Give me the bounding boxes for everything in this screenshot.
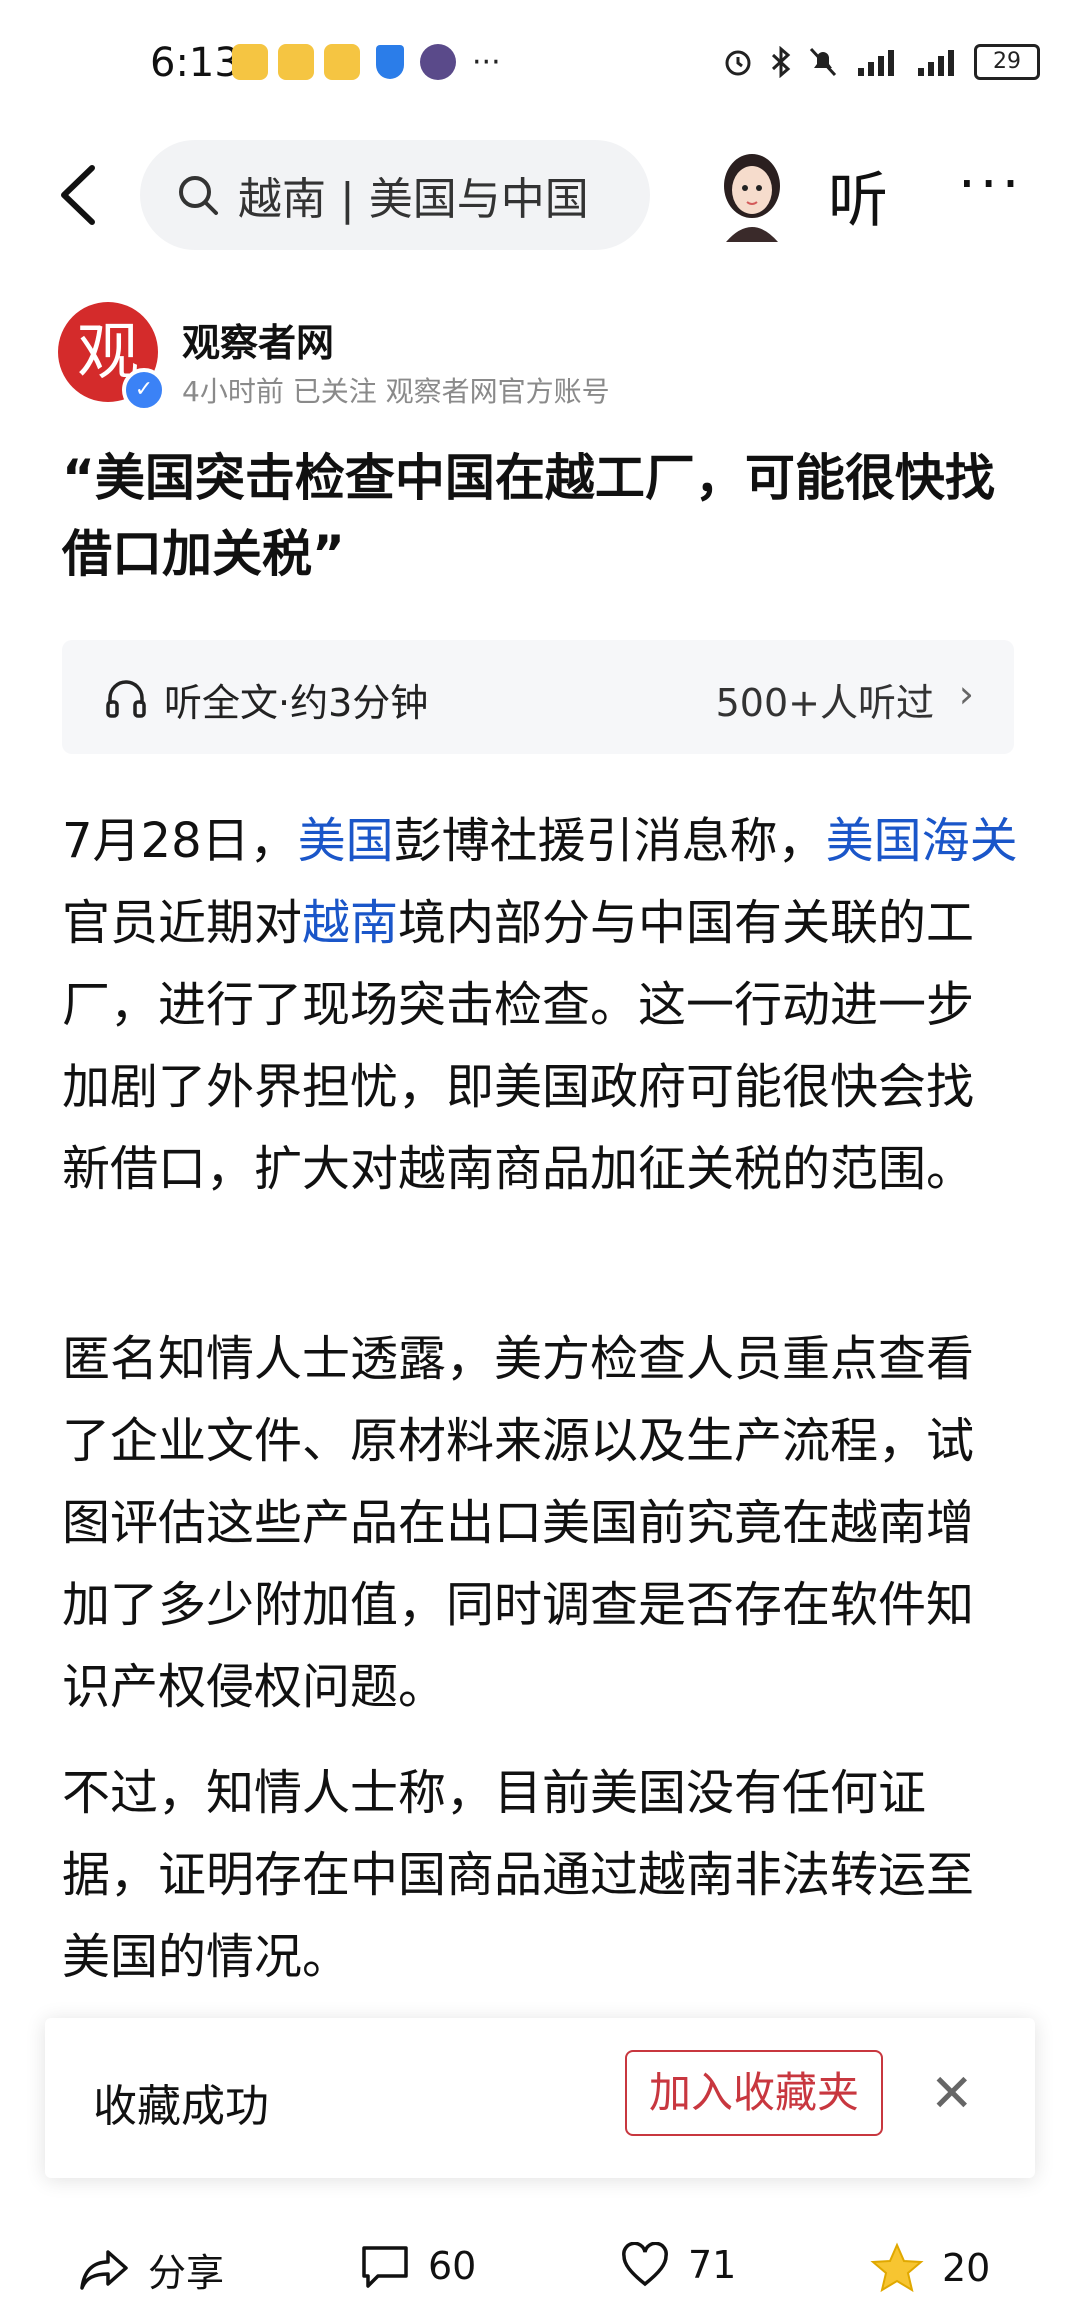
shield-icon (376, 45, 404, 79)
keyword-link[interactable]: 美国海关 (826, 813, 1018, 869)
app-avatar-icon (420, 44, 456, 80)
author-meta: 4小时前 已关注 观察者网官方账号 (182, 375, 610, 408)
headphone-icon (106, 680, 146, 718)
add-to-folder-button[interactable]: 加入收藏夹 (625, 2050, 883, 2136)
app-notification-icon (278, 44, 314, 80)
comment-count: 60 (428, 2244, 477, 2288)
paragraph-text: 彭博社援引消息称， (393, 813, 826, 869)
article-paragraph: 7月28日，美国彭博社援引消息称，美国海关官员近期对越南境内部分与中国有关联的工… (62, 800, 1020, 1210)
mute-icon (809, 47, 837, 77)
chevron-right-icon: › (958, 672, 974, 716)
keyword-link[interactable]: 美国 (298, 813, 394, 869)
paragraph-text: 7月28日， (62, 813, 298, 869)
share-button[interactable]: 分享 (78, 2242, 224, 2297)
bluetooth-icon (771, 46, 791, 78)
keyword-link[interactable]: 越南 (302, 895, 398, 951)
top-nav: 越南 | 美国与中国 听 ··· (0, 130, 1080, 260)
alarm-icon (725, 50, 751, 76)
like-button[interactable]: 71 (620, 2242, 736, 2288)
signal-icon (858, 50, 894, 76)
signal-icon (918, 50, 954, 76)
verified-badge-icon: ✓ (122, 368, 166, 412)
search-icon (179, 176, 218, 215)
favorite-count: 20 (942, 2246, 991, 2290)
article-paragraph: 不过，知情人士称，目前美国没有任何证据，证明存在中国商品通过越南非法转运至美国的… (62, 1765, 975, 1985)
listen-full-text-label: 听全文·约3分钟 (164, 681, 429, 725)
search-query: 越南 | 美国与中国 (238, 174, 589, 225)
bottom-action-bar: 分享 60 71 20 (0, 2230, 1080, 2310)
user-avatar[interactable] (712, 142, 792, 242)
status-time: 6:13 (150, 40, 240, 86)
app-notification-icon (232, 44, 268, 80)
system-icons: 29 (722, 44, 1040, 80)
listen-full-text-bar[interactable]: 听全文·约3分钟 500+人听过 › (62, 640, 1014, 754)
share-icon (80, 2249, 128, 2290)
star-icon (870, 2242, 924, 2293)
paragraph-text: 官员近期对 (62, 895, 303, 951)
favorite-toast: 收藏成功 加入收藏夹 ✕ (45, 2018, 1035, 2178)
status-bar: 6:13 ··· 29 (0, 0, 1080, 130)
listen-button[interactable]: 听 (828, 152, 888, 239)
search-bar[interactable]: 越南 | 美国与中国 (140, 140, 650, 250)
author-name[interactable]: 观察者网 (182, 312, 334, 367)
battery-indicator: 29 (974, 44, 1040, 80)
share-label: 分享 (148, 2251, 225, 2295)
close-icon[interactable]: ✕ (930, 2064, 974, 2124)
heart-icon (622, 2242, 668, 2287)
back-arrow-icon[interactable] (50, 160, 110, 230)
comment-button[interactable]: 60 (360, 2242, 476, 2290)
article-paragraph: 匿名知情人士透露，美方检查人员重点查看了企业文件、原材料来源以及生产流程，试图评… (62, 1331, 975, 1715)
notification-icons: ··· (232, 44, 501, 80)
more-options-icon[interactable]: ··· (958, 152, 1023, 217)
listen-count: 500+人听过 (715, 681, 934, 725)
comment-icon (362, 2246, 408, 2288)
more-notifications-icon: ··· (472, 44, 501, 80)
favorite-button[interactable]: 20 (870, 2242, 990, 2294)
toast-message: 收藏成功 (93, 2081, 269, 2132)
like-count: 71 (688, 2243, 737, 2287)
article-title: “美国突击检查中国在越工厂，可能很快找借口加关税” (62, 449, 995, 583)
app-notification-icon (324, 44, 360, 80)
